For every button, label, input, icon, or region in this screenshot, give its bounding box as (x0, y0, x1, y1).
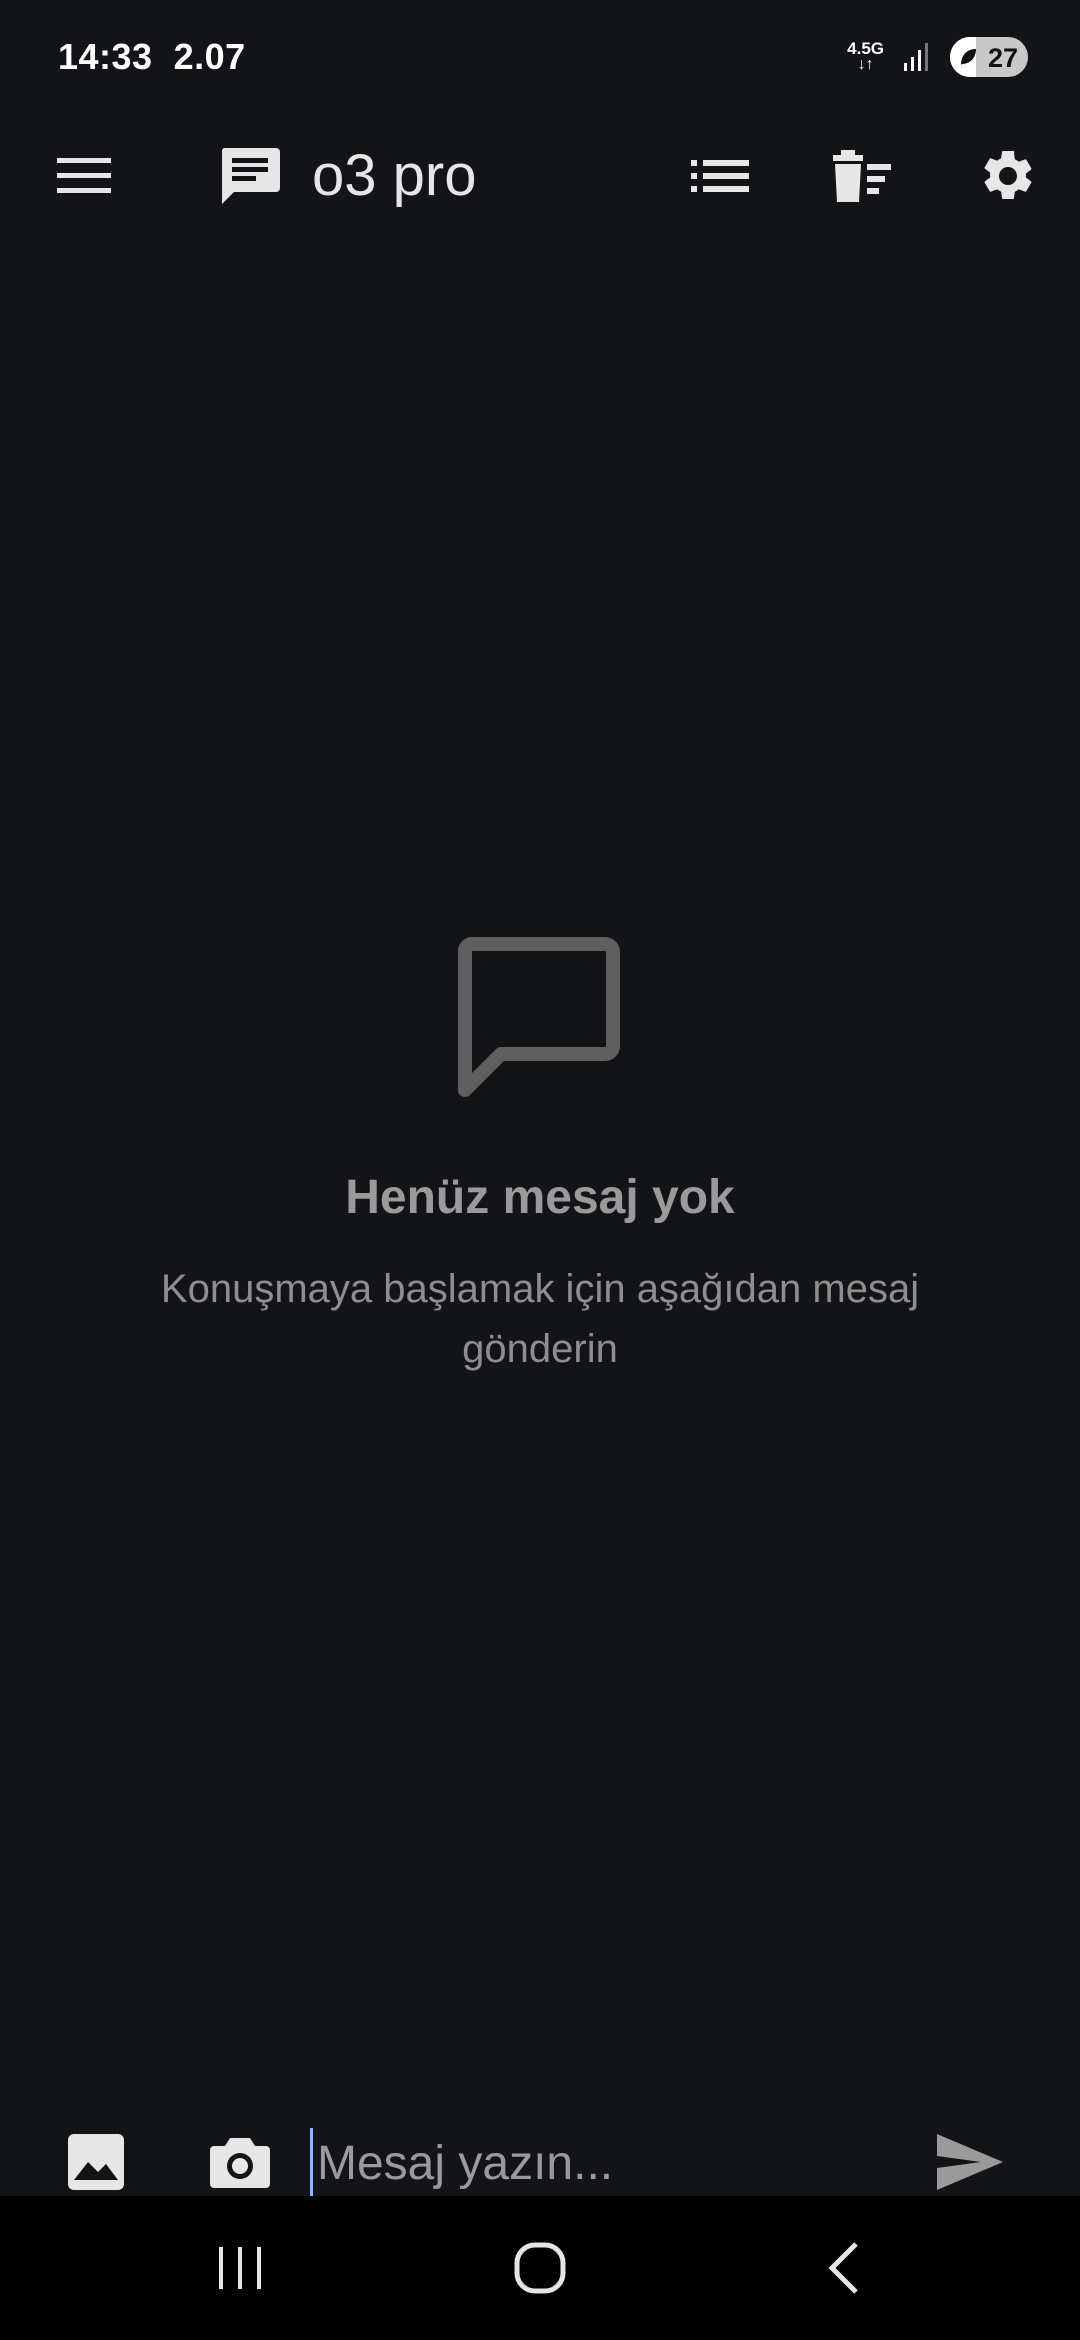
battery-indicator: 27 (950, 37, 1028, 77)
signal-icon (904, 43, 928, 71)
empty-state-subtitle: Konuşmaya başlamak için aşağıdan mesaj g… (160, 1267, 920, 1371)
chat-bubble-icon (458, 937, 620, 1097)
gallery-button[interactable] (56, 2122, 136, 2202)
charging-leaf-icon (961, 49, 976, 65)
chat-logo (218, 144, 282, 208)
camera-icon (210, 2138, 270, 2188)
clock: 14:33 (58, 36, 153, 77)
status-icons: 4.5G ↓↑ 27 (847, 36, 1028, 78)
clear-chat-button[interactable] (830, 144, 894, 208)
chat-icon (221, 148, 280, 204)
network-type: 4.5G ↓↑ (847, 39, 884, 73)
network-speed: 2.07 (173, 36, 246, 77)
image-icon (68, 2134, 124, 2190)
send-icon (937, 2134, 1003, 2190)
home-button[interactable] (490, 2232, 590, 2304)
home-icon (514, 2242, 566, 2294)
settings-button[interactable] (976, 144, 1040, 208)
list-icon (691, 160, 749, 192)
send-button[interactable] (930, 2122, 1010, 2202)
system-nav-bar (0, 2196, 1080, 2340)
app-bar: o3 pro (0, 116, 1080, 236)
status-time: 14:33 2.07 (58, 36, 246, 78)
back-icon (828, 2242, 858, 2294)
menu-button[interactable] (52, 144, 116, 208)
data-arrows-icon: ↓↑ (857, 56, 874, 73)
empty-state-title: Henüz mesaj yok (345, 1171, 735, 1224)
back-button[interactable] (794, 2232, 894, 2304)
status-bar: 14:33 2.07 4.5G ↓↑ 27 (0, 0, 1080, 116)
camera-button[interactable] (200, 2122, 280, 2202)
recents-icon (219, 2247, 261, 2289)
menu-icon (57, 158, 111, 193)
conversations-button[interactable] (688, 144, 752, 208)
message-input[interactable] (310, 2128, 917, 2198)
settings-icon (984, 150, 1032, 199)
network-label: 4.5G (847, 39, 884, 58)
empty-state: Henüz mesaj yok Konuşmaya başlamak için … (0, 930, 1080, 1379)
battery-level: 27 (987, 43, 1018, 73)
page-title: o3 pro (312, 143, 477, 208)
clear-all-icon (833, 150, 891, 202)
recents-button[interactable] (190, 2232, 290, 2304)
